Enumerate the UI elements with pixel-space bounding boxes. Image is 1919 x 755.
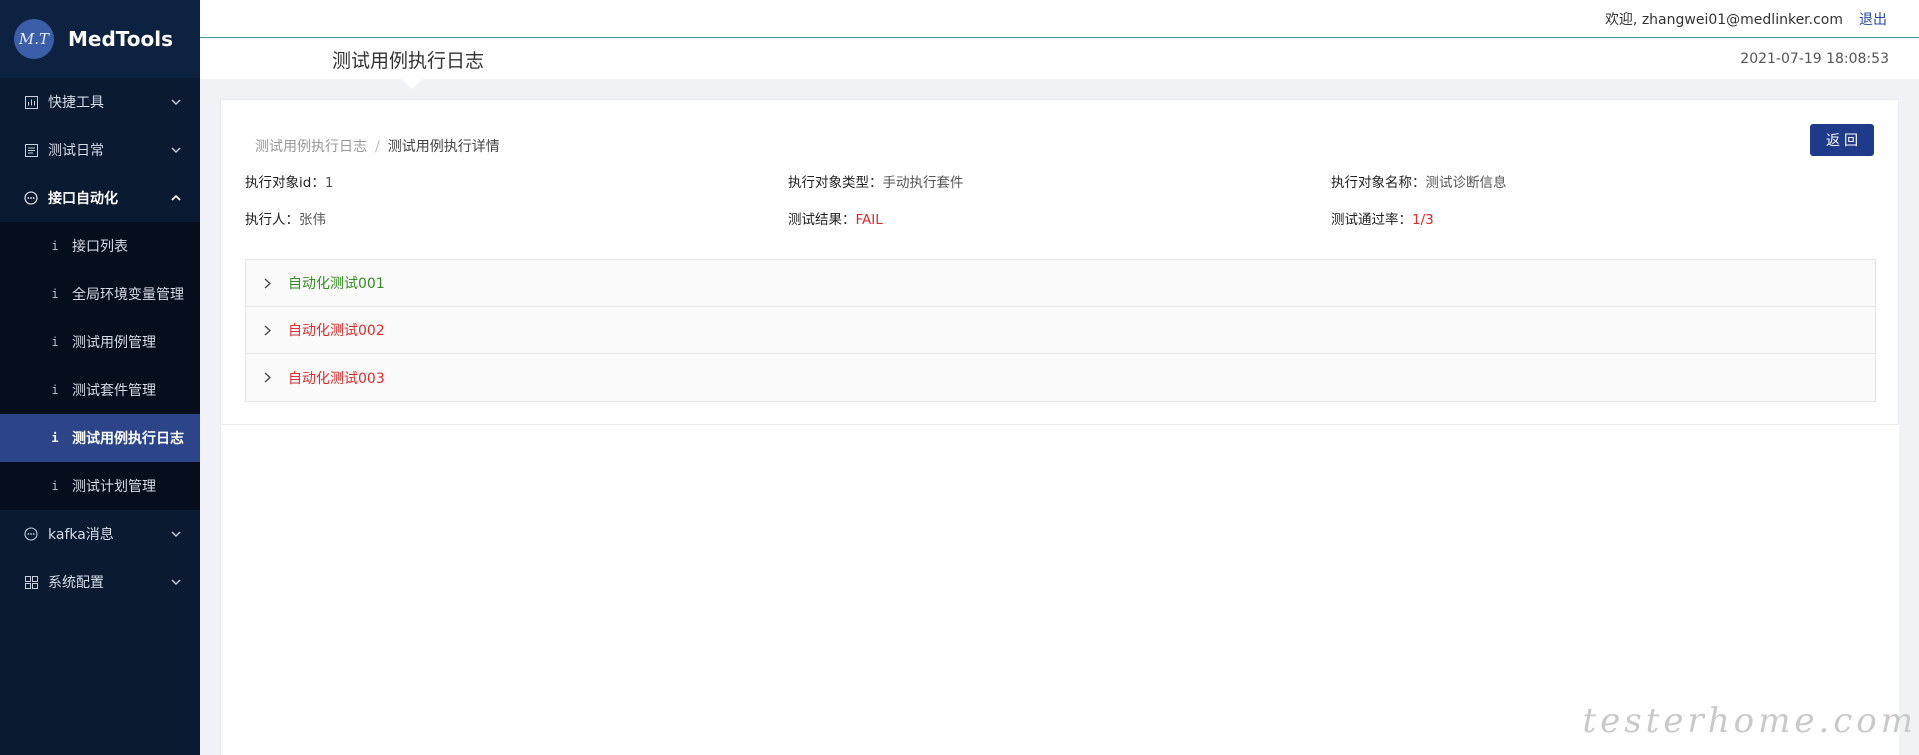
info-value: 测试诊断信息 <box>1425 175 1507 191</box>
logo[interactable]: M.T MedTools <box>0 0 200 78</box>
sidebar-item-label: 接口列表 <box>72 239 128 255</box>
chevron-right-icon <box>264 324 274 336</box>
page-title: 测试用例执行日志 <box>332 50 485 72</box>
case-item[interactable]: 自动化测试002 <box>246 307 1875 354</box>
info-result: 测试结果：FAIL <box>788 208 1331 228</box>
chart-icon <box>24 95 38 109</box>
sidebar-item-label: 快捷工具 <box>48 95 104 111</box>
sidebar-item-test-daily[interactable]: 测试日常 <box>0 126 200 174</box>
sidebar-item-label: 测试用例管理 <box>72 335 156 351</box>
info-pass-rate: 测试通过率：1/3 <box>1331 208 1874 228</box>
sidebar-item-api-list[interactable]: i 接口列表 <box>0 222 200 270</box>
watermark: testerhome.com <box>1582 701 1917 741</box>
breadcrumb-separator: / <box>375 139 380 155</box>
sidebar-item-label: 系统配置 <box>48 575 104 591</box>
info-label: 执行对象名称： <box>1331 175 1426 191</box>
sidebar-item-label: kafka消息 <box>48 527 114 543</box>
submenu-api-automation: i 接口列表 i 全局环境变量管理 i 测试用例管理 i 测试套件管理 i 测试… <box>0 222 200 510</box>
sidebar-item-quick-tools[interactable]: 快捷工具 <box>0 78 200 126</box>
info-value: 手动执行套件 <box>882 175 964 191</box>
chevron-right-icon <box>264 372 274 384</box>
chat-icon <box>24 527 38 541</box>
case-label: 自动化测试001 <box>288 276 385 292</box>
detail-card: 测试用例执行日志 / 测试用例执行详情 返回 执行对象id：1 执行对象类型：手动执… <box>220 99 1899 425</box>
result-value: FAIL <box>855 212 883 228</box>
sidebar-item-test-case-management[interactable]: i 测试用例管理 <box>0 318 200 366</box>
case-label: 自动化测试003 <box>288 370 385 387</box>
info-label: 测试通过率： <box>1331 212 1412 228</box>
chevron-up-icon <box>170 192 182 204</box>
sidebar-item-system-config[interactable]: 系统配置 <box>0 558 200 606</box>
info-icon: i <box>51 287 59 301</box>
sidebar-item-test-suite-management[interactable]: i 测试套件管理 <box>0 366 200 414</box>
info-icon: i <box>51 479 59 493</box>
info-label: 测试结果： <box>788 212 856 228</box>
sidebar-item-label: 测试日常 <box>48 143 104 159</box>
info-value: 张伟 <box>299 212 326 228</box>
info-target-name: 执行对象名称：测试诊断信息 <box>1331 171 1874 191</box>
chevron-down-icon <box>170 528 182 540</box>
pass-rate-value: 1/3 <box>1412 212 1434 228</box>
sidebar-item-test-case-execution-log[interactable]: i 测试用例执行日志 <box>0 414 200 462</box>
info-label: 执行对象类型： <box>788 175 883 191</box>
sidebar-item-global-env-vars[interactable]: i 全局环境变量管理 <box>0 270 200 318</box>
sidebar: M.T MedTools 快捷工具 测试日常 接口自动化 i 接口列表 i 全局… <box>0 0 200 755</box>
case-label: 自动化测试002 <box>288 323 385 339</box>
chevron-down-icon <box>170 144 182 156</box>
info-target-id: 执行对象id：1 <box>245 171 788 191</box>
back-button[interactable]: 返回 <box>1810 124 1874 156</box>
info-executor: 执行人：张伟 <box>245 208 788 228</box>
chat-icon <box>24 191 38 205</box>
title-bar: 测试用例执行日志 2021-07-19 18:08:53 <box>200 39 1919 89</box>
logout-link[interactable]: 退出 <box>1859 9 1887 29</box>
breadcrumb-parent[interactable]: 测试用例执行日志 <box>255 139 367 155</box>
welcome-text: 欢迎, zhangwei01@medlinker.com <box>1604 11 1843 28</box>
info-icon: i <box>51 431 59 445</box>
info-icon: i <box>51 383 59 397</box>
top-bar: 欢迎, zhangwei01@medlinker.com 退出 <box>200 0 1919 38</box>
breadcrumb-current: 测试用例执行详情 <box>387 139 500 155</box>
sidebar-item-api-automation[interactable]: 接口自动化 <box>0 174 200 222</box>
sidebar-item-label: 测试计划管理 <box>72 479 156 495</box>
chevron-down-icon <box>170 96 182 108</box>
chevron-down-icon <box>170 576 182 588</box>
case-item[interactable]: 自动化测试003 <box>246 354 1875 401</box>
breadcrumb: 测试用例执行日志 / 测试用例执行详情 <box>255 136 500 156</box>
info-icon: i <box>51 239 59 253</box>
info-target-type: 执行对象类型：手动执行套件 <box>788 171 1331 191</box>
grid-icon <box>24 575 38 589</box>
sidebar-item-label: 接口自动化 <box>48 191 118 207</box>
info-row-1: 执行对象id：1 执行对象类型：手动执行套件 执行对象名称：测试诊断信息 <box>245 171 1874 191</box>
info-row-2: 执行人：张伟 测试结果：FAIL 测试通过率：1/3 <box>245 208 1874 228</box>
calendar-icon <box>24 143 38 157</box>
sidebar-item-label: 测试用例执行日志 <box>72 431 184 447</box>
case-collapse-list: 自动化测试001 自动化测试002 自动化测试003 <box>245 259 1876 402</box>
sidebar-item-label: 测试套件管理 <box>72 383 156 399</box>
logo-badge: M.T <box>14 19 54 59</box>
title-pointer <box>401 79 423 89</box>
app-name: MedTools <box>68 27 174 51</box>
info-label: 执行对象id： <box>245 175 325 191</box>
case-item[interactable]: 自动化测试001 <box>246 260 1875 307</box>
sidebar-item-kafka[interactable]: kafka消息 <box>0 510 200 558</box>
chevron-right-icon <box>264 277 274 289</box>
sidebar-item-test-plan-management[interactable]: i 测试计划管理 <box>0 462 200 510</box>
info-label: 执行人： <box>245 212 299 228</box>
sidebar-item-label: 全局环境变量管理 <box>72 287 184 303</box>
info-icon: i <box>51 335 59 349</box>
info-value: 1 <box>324 175 334 191</box>
current-datetime: 2021-07-19 18:08:53 <box>1740 51 1889 67</box>
